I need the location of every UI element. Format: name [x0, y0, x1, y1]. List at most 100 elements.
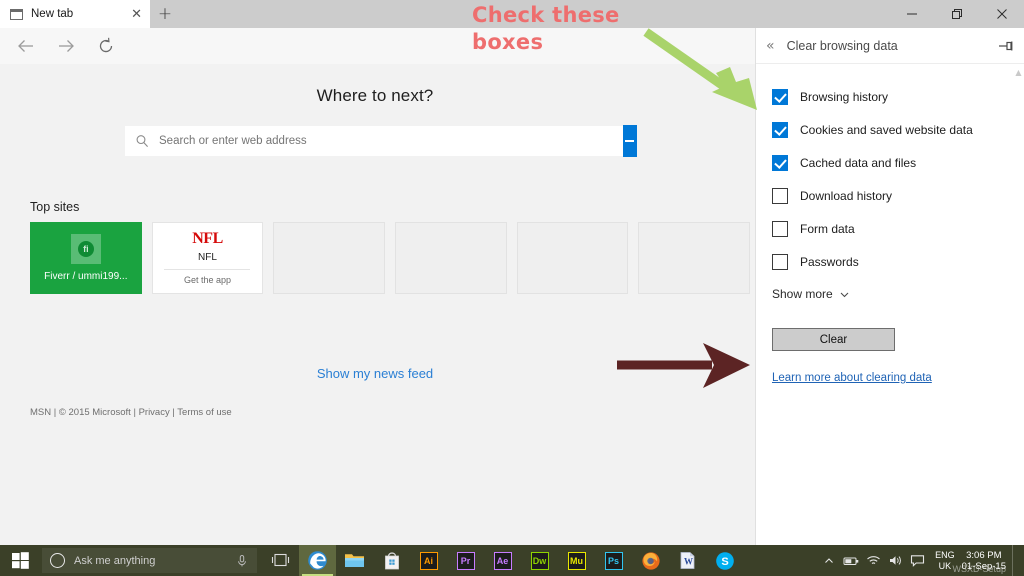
screen: New tab ✕ + [0, 0, 1024, 576]
show-news-feed-link[interactable]: Show my news feed [0, 366, 750, 381]
double-chevron-left-icon[interactable]: « [766, 39, 775, 53]
checkbox-icon[interactable] [772, 254, 788, 270]
back-arrow-icon[interactable] [6, 29, 46, 63]
battery-icon[interactable] [840, 555, 862, 567]
dreamweaver-icon: Dw [531, 552, 549, 570]
checkbox-label: Browsing history [800, 90, 888, 104]
language-line-2: UK [935, 561, 955, 572]
minimize-icon[interactable] [889, 0, 934, 28]
clock-date: 01-Sep-15 [962, 561, 1006, 572]
checkbox-label: Download history [800, 189, 892, 203]
after-effects-icon: Ae [494, 552, 512, 570]
taskbar-item-photoshop[interactable]: Ps [595, 545, 632, 576]
close-icon[interactable] [979, 0, 1024, 28]
checkbox-cookies-and-saved-website-data[interactable]: Cookies and saved website data [772, 113, 1024, 146]
panel-title: Clear browsing data [787, 39, 998, 53]
task-view-icon[interactable] [262, 545, 299, 576]
new-tab-button[interactable]: + [150, 0, 180, 28]
wifi-icon[interactable] [862, 555, 884, 567]
windows-start-icon[interactable] [0, 545, 40, 576]
top-site-tile-empty[interactable] [395, 222, 507, 294]
page-footer: MSN | © 2015 Microsoft | Privacy | Terms… [30, 407, 232, 418]
top-sites-label: Top sites [30, 200, 750, 214]
checkbox-passwords[interactable]: Passwords [772, 245, 1024, 278]
tile-label: Fiverr / ummi199... [44, 271, 127, 282]
language-indicator[interactable]: ENG UK [935, 550, 955, 572]
checkbox-cached-data-and-files[interactable]: Cached data and files [772, 146, 1024, 179]
cortana-search-box[interactable]: Ask me anything [42, 548, 257, 573]
show-desktop-button[interactable] [1012, 545, 1020, 576]
footer-terms-link[interactable]: Terms of use [177, 407, 231, 418]
panel-body: ▲ Browsing history Cookies and saved web… [756, 64, 1024, 545]
svg-text:W: W [684, 557, 693, 567]
taskbar-item-dreamweaver[interactable]: Dw [521, 545, 558, 576]
footer-privacy-link[interactable]: Privacy [139, 407, 170, 418]
fiverr-logo-icon: fi [71, 234, 101, 264]
checkbox-form-data[interactable]: Form data [772, 212, 1024, 245]
tile-label: NFL [198, 252, 217, 263]
top-site-tile-empty[interactable] [273, 222, 385, 294]
learn-more-link[interactable]: Learn more about clearing data [772, 372, 932, 384]
language-line-1: ENG [935, 550, 955, 561]
taskbar-items: Ai Pr Ae Dw Mu Ps [262, 545, 743, 576]
browser-tab[interactable]: New tab ✕ [0, 0, 150, 28]
taskbar-item-after-effects[interactable]: Ae [484, 545, 521, 576]
pin-icon[interactable] [998, 38, 1014, 54]
taskbar-item-word[interactable]: W [669, 545, 706, 576]
volume-icon[interactable] [884, 554, 906, 567]
show-hidden-icons-icon[interactable] [818, 555, 840, 567]
cortana-placeholder: Ask me anything [74, 555, 235, 567]
clear-browsing-data-panel: « Clear browsing data ▲ Browsing history [755, 28, 1024, 545]
tab-page-icon [10, 9, 23, 20]
photoshop-icon: Ps [605, 552, 623, 570]
show-more-toggle[interactable]: Show more [772, 287, 1024, 301]
taskbar-item-firefox[interactable] [632, 545, 669, 576]
top-sites-tiles: fi Fiverr / ummi199... NFL NFL Get the a… [30, 222, 750, 294]
tab-strip: New tab ✕ + [0, 0, 1024, 28]
top-site-tile-fiverr[interactable]: fi Fiverr / ummi199... [30, 222, 142, 294]
action-center-icon[interactable] [906, 554, 928, 567]
checkbox-label: Passwords [800, 255, 859, 269]
clear-button[interactable]: Clear [772, 328, 895, 351]
top-site-tile-empty[interactable] [638, 222, 750, 294]
cortana-circle-icon [50, 553, 65, 568]
muse-icon: Mu [568, 552, 586, 570]
chevron-down-icon [839, 289, 850, 300]
get-the-app-link[interactable]: Get the app [184, 275, 231, 285]
taskbar-item-store[interactable] [373, 545, 410, 576]
top-site-tile-nfl[interactable]: NFL NFL Get the app [152, 222, 264, 294]
taskbar-item-skype[interactable]: S [706, 545, 743, 576]
clock[interactable]: 3:06 PM 01-Sep-15 [962, 550, 1006, 572]
checkbox-label: Form data [800, 222, 855, 236]
windows-taskbar: Ask me anything [0, 545, 1024, 576]
tab-title: New tab [31, 8, 127, 20]
checkbox-browsing-history[interactable]: Browsing history [772, 80, 1024, 113]
clock-time: 3:06 PM [962, 550, 1006, 561]
taskbar-item-illustrator[interactable]: Ai [410, 545, 447, 576]
checkbox-icon[interactable] [772, 221, 788, 237]
forward-arrow-icon[interactable] [46, 29, 86, 63]
close-tab-icon[interactable]: ✕ [131, 8, 142, 21]
search-input[interactable] [159, 135, 615, 147]
checkbox-icon[interactable] [772, 188, 788, 204]
taskbar-item-premiere[interactable]: Pr [447, 545, 484, 576]
footer-sep: | [133, 407, 135, 418]
footer-msn: MSN | © 2015 Microsoft [30, 407, 131, 418]
show-more-label: Show more [772, 287, 833, 301]
checkbox-icon[interactable] [772, 122, 788, 138]
taskbar-item-muse[interactable]: Mu [558, 545, 595, 576]
checkbox-download-history[interactable]: Download history [772, 179, 1024, 212]
checkbox-icon[interactable] [772, 155, 788, 171]
refresh-icon[interactable] [86, 29, 126, 63]
taskbar-item-edge[interactable] [299, 545, 336, 576]
restore-icon[interactable] [934, 0, 979, 28]
checkbox-icon[interactable] [772, 89, 788, 105]
window-controls [889, 0, 1024, 28]
nfl-logo-icon: NFL [192, 231, 223, 247]
panel-scrollbar[interactable]: ▲ [1015, 68, 1022, 90]
top-site-tile-empty[interactable] [517, 222, 629, 294]
microphone-icon[interactable] [235, 554, 249, 568]
address-bar-go-accent[interactable] [623, 125, 637, 157]
address-search-bar[interactable] [125, 126, 625, 156]
taskbar-item-file-explorer[interactable] [336, 545, 373, 576]
